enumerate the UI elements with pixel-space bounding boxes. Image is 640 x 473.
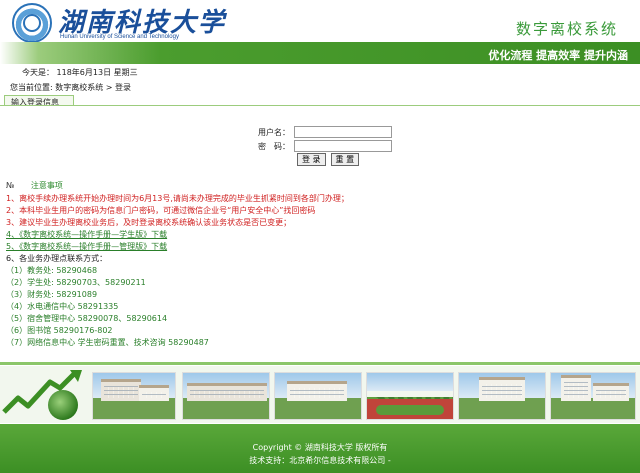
- student-manual-download-link[interactable]: 4、《数字离校系统—操作手册—学生版》下载: [6, 229, 626, 241]
- tech-support-text: 技术支持：北京希尔信息技术有限公司 -: [249, 456, 391, 465]
- system-name: 数字离校系统: [515, 20, 618, 38]
- password-row: 密 码：: [254, 140, 392, 152]
- tab-divider: [0, 105, 640, 106]
- contact-item: （6）图书馆 58290176-802: [6, 326, 113, 335]
- notice-item: 2、本科毕业生用户的密码为信息门户密码，可通过微信企业号“用户安全中心”找回密码: [6, 206, 316, 215]
- header: 湖南科技大学 Hunan University of Science and T…: [0, 0, 640, 46]
- current-date: 今天是： 118年6月13日 星期三: [22, 68, 138, 77]
- notice-title-text: 注意事项: [30, 181, 63, 190]
- password-label: 密 码：: [258, 141, 290, 151]
- notice-item: 6、各业务办理点联系方式：: [6, 254, 108, 263]
- campus-photo: [182, 372, 270, 420]
- university-name-en: Hunan University of Science and Technolo…: [60, 34, 179, 40]
- photo-strip-divider: [0, 362, 640, 365]
- contact-item: （2）学生处: 58290703、58290211: [6, 278, 146, 287]
- contact-item: （4）水电通信中心 58291335: [6, 302, 119, 311]
- contact-item: （5）宿舍管理中心 58290078、58290614: [6, 314, 168, 323]
- username-label: 用户名：: [258, 127, 290, 137]
- globe-icon: [48, 390, 78, 420]
- notice-item: 1、离校手续办理系统开始办理时间为6月13号,请尚未办理完成的毕业生抓紧时间到各…: [6, 194, 349, 203]
- admin-manual-download-link[interactable]: 5、《数字离校系统—操作手册—管理版》下载: [6, 241, 626, 253]
- campus-photo: [366, 372, 454, 420]
- notice-title: № 注意事项: [6, 180, 63, 191]
- copyright-text: Copyright © 湖南科技大学 版权所有: [252, 443, 388, 452]
- campus-photo: [92, 372, 176, 420]
- campus-photo: [550, 372, 636, 420]
- password-input[interactable]: [294, 140, 392, 152]
- login-button[interactable]: 登 录: [297, 153, 326, 166]
- notice-marker: №: [6, 181, 15, 190]
- contact-item: （7）网络信息中心 学生密码重置、技术咨询 58290487: [6, 338, 209, 347]
- footer: Copyright © 湖南科技大学 版权所有 技术支持：北京希尔信息技术有限公…: [0, 424, 640, 473]
- username-row: 用户名：: [254, 126, 392, 138]
- notice-list: 1、离校手续办理系统开始办理时间为6月13号,请尚未办理完成的毕业生抓紧时间到各…: [6, 193, 626, 349]
- breadcrumb: 您当前位置: 数字离校系统 > 登录: [10, 83, 132, 92]
- campus-photo: [458, 372, 546, 420]
- slogan: 优化流程 提高效率 提升内涵: [488, 49, 628, 62]
- reset-button[interactable]: 重 置: [330, 153, 360, 166]
- username-input[interactable]: [294, 126, 392, 138]
- login-buttons: 登 录 重 置: [297, 153, 360, 166]
- notice-item: 3、建议毕业生办理离校业务后，及时登录离校系统确认该业务状态是否已变更；: [6, 218, 292, 227]
- university-seal-icon: [12, 3, 52, 43]
- contact-item: （1）教务处: 58290468: [6, 266, 98, 275]
- contact-item: （3）财务处: 58291089: [6, 290, 98, 299]
- campus-photo: [274, 372, 362, 420]
- growth-globe-image: [0, 368, 88, 422]
